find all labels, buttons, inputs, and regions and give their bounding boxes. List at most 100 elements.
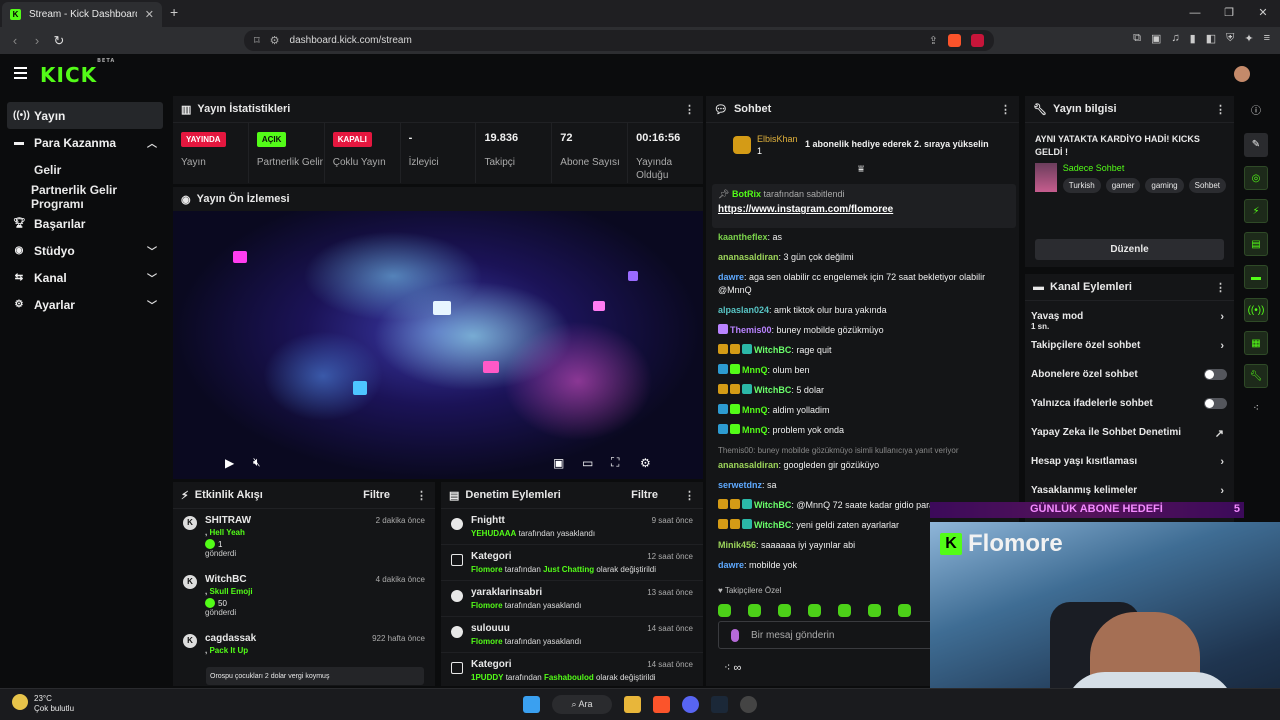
site-info-icon[interactable]: ⚙ [270, 34, 280, 47]
chat-username[interactable]: dawre [718, 560, 744, 570]
taskbar-search[interactable]: ⌕ Ara [552, 695, 612, 714]
emote-icon[interactable] [778, 604, 791, 617]
windows-start-icon[interactable] [523, 696, 540, 713]
reload-icon[interactable]: ↻ [48, 33, 70, 49]
filter-button[interactable]: Filtre [363, 489, 390, 501]
play-icon[interactable]: ▶ [225, 456, 234, 470]
collapse-icon[interactable]: ⩸ [858, 164, 864, 175]
close-window-icon[interactable]: ✕ [1246, 0, 1280, 27]
more-options-icon[interactable]: ⋮ [1215, 103, 1226, 116]
theater-icon[interactable]: ▭ [582, 456, 593, 470]
fullscreen-icon[interactable]: ⛶ [611, 455, 619, 470]
camera-icon[interactable]: ◎ [1244, 166, 1268, 190]
emote-icon[interactable] [808, 604, 821, 617]
emote-icon[interactable] [838, 604, 851, 617]
sidebar-toggle-icon[interactable]: ▮ [1190, 32, 1196, 45]
browser-tab[interactable]: K Stream - Kick Dashboard ✕ [2, 2, 162, 27]
apps-icon[interactable]: ⁖ [1244, 397, 1268, 421]
music-icon[interactable]: ♫ [1171, 32, 1179, 45]
wallet-icon[interactable]: ◧ [1206, 32, 1216, 45]
chat-username[interactable]: kaantheflex [718, 232, 768, 242]
pip-icon[interactable]: ▣ [553, 456, 564, 470]
sidebar-item-studyo[interactable]: ◉ Stüdyo ﹀ [0, 237, 170, 264]
brave-browser-icon[interactable] [653, 696, 670, 713]
banned-words-action[interactable]: Yasaklanmış kelimeler › [1025, 475, 1234, 504]
bolt-icon[interactable]: ⚡︎ [1244, 199, 1268, 223]
chat-username[interactable]: WitchBC [754, 520, 791, 530]
chat-username[interactable]: Themis00 [730, 325, 772, 335]
menu-icon[interactable]: ≡ [1264, 32, 1270, 45]
chat-username[interactable]: WitchBC [754, 385, 791, 395]
hamburger-menu-icon[interactable] [14, 67, 27, 82]
sidebar-item-basarilar[interactable]: 🏆︎ Başarılar [0, 210, 170, 237]
sidebar-item-para-kazanma[interactable]: ▬ Para Kazanma ︿ [0, 129, 170, 156]
filter-button[interactable]: Filtre [631, 489, 658, 501]
leo-icon[interactable]: ✦ [1244, 32, 1253, 45]
more-options-icon[interactable]: ⋮ [416, 489, 427, 502]
mic-icon[interactable] [731, 629, 739, 642]
back-icon[interactable]: ‹ [4, 33, 26, 48]
emote-icon[interactable] [748, 604, 761, 617]
chat-username[interactable]: Minik456 [718, 540, 756, 550]
pinned-link[interactable]: https://www.instagram.com/flomoree [718, 204, 1010, 215]
new-tab-icon[interactable]: + [170, 4, 178, 20]
chat-username[interactable]: ananasaldiran [718, 460, 779, 470]
vpn-icon[interactable]: ⛨ [1226, 32, 1234, 45]
extensions-icon[interactable]: ⧉ [1133, 32, 1141, 45]
weather-widget[interactable]: 23°C Çok bulutlu [12, 694, 74, 714]
sidebar-item-yayin[interactable]: ((•)) Yayın [7, 102, 163, 129]
share-icon[interactable]: ⇪ [929, 34, 938, 47]
chat-username[interactable]: WitchBC [754, 500, 791, 510]
more-options-icon[interactable]: ⋮ [1000, 103, 1011, 116]
address-bar[interactable]: ⌑ ⚙ dashboard.kick.com/stream ⇪ [244, 30, 994, 51]
chat-username[interactable]: WitchBC [754, 345, 791, 355]
chat-settings-icon[interactable]: ⁖ ∞ [724, 661, 741, 674]
sidebar-item-kanal[interactable]: ⇆ Kanal ﹀ [0, 264, 170, 291]
user-avatar[interactable] [1234, 66, 1250, 82]
file-explorer-icon[interactable] [624, 696, 641, 713]
screenshot-icon[interactable]: ▣ [1151, 32, 1161, 45]
discord-icon[interactable] [682, 696, 699, 713]
chat-username[interactable]: alpaslan024 [718, 305, 769, 315]
chat-bubble-icon[interactable]: ▬ [1244, 265, 1268, 289]
more-options-icon[interactable]: ⋮ [684, 103, 695, 116]
url-text[interactable]: dashboard.kick.com/stream [290, 35, 919, 46]
obs-icon[interactable] [740, 696, 757, 713]
chat-username[interactable]: MnnQ [742, 425, 768, 435]
pinned-message[interactable]: 📌︎ BotRix tarafından sabitlendi https://… [712, 184, 1016, 228]
more-options-icon[interactable]: ⋮ [1215, 281, 1226, 294]
pencil-icon[interactable]: ✎ [1244, 133, 1268, 157]
mute-icon[interactable]: 🔇︎ [253, 455, 261, 470]
maximize-icon[interactable]: ❐ [1212, 0, 1246, 27]
emote-icon[interactable] [718, 604, 731, 617]
slow-mode-action[interactable]: Yavaş mod 1 sn. › [1025, 301, 1234, 331]
wrench-icon[interactable]: 🔧︎ [1244, 364, 1268, 388]
chat-username[interactable]: MnnQ [742, 405, 768, 415]
chat-username[interactable]: serwetdnz [718, 480, 762, 490]
brave-shield-icon[interactable] [948, 34, 961, 47]
layout-icon[interactable]: ▦ [1244, 331, 1268, 355]
video-player[interactable]: ▶ 🔇︎ ▣ ▭ ⛶ ⚙ [173, 211, 703, 479]
broadcast-icon[interactable]: ((•)) [1244, 298, 1268, 322]
minimize-icon[interactable]: — [1178, 0, 1212, 27]
kick-logo[interactable]: KICKBETA [40, 58, 115, 87]
settings-icon[interactable]: ⚙ [640, 456, 651, 470]
sub-chat-toggle[interactable] [1204, 369, 1227, 380]
sidebar-item-gelir[interactable]: Gelir [0, 156, 170, 183]
chat-username[interactable]: MnnQ [742, 365, 768, 375]
category-name[interactable]: Sadece Sohbet [1063, 163, 1226, 173]
emote-chat-action[interactable]: Yalnızca ifadelerle sohbet [1025, 388, 1234, 417]
account-age-action[interactable]: Hesap yaşı kısıtlaması › [1025, 446, 1234, 475]
chat-username[interactable]: dawre [718, 272, 744, 282]
sidebar-item-ayarlar[interactable]: ⚙ Ayarlar ﹀ [0, 291, 170, 318]
forward-icon[interactable]: › [26, 33, 48, 48]
steam-icon[interactable] [711, 696, 728, 713]
emote-icon[interactable] [868, 604, 881, 617]
close-tab-icon[interactable]: ✕ [145, 8, 154, 21]
follower-chat-action[interactable]: Takipçilere özel sohbet › [1025, 330, 1234, 359]
sidebar-item-partnerlik[interactable]: Partnerlik Gelir Programı [0, 183, 170, 211]
emote-icon[interactable] [898, 604, 911, 617]
bookmark-icon[interactable]: ⌑ [254, 34, 260, 47]
brave-rewards-icon[interactable] [971, 34, 984, 47]
document-icon[interactable]: ▤ [1244, 232, 1268, 256]
